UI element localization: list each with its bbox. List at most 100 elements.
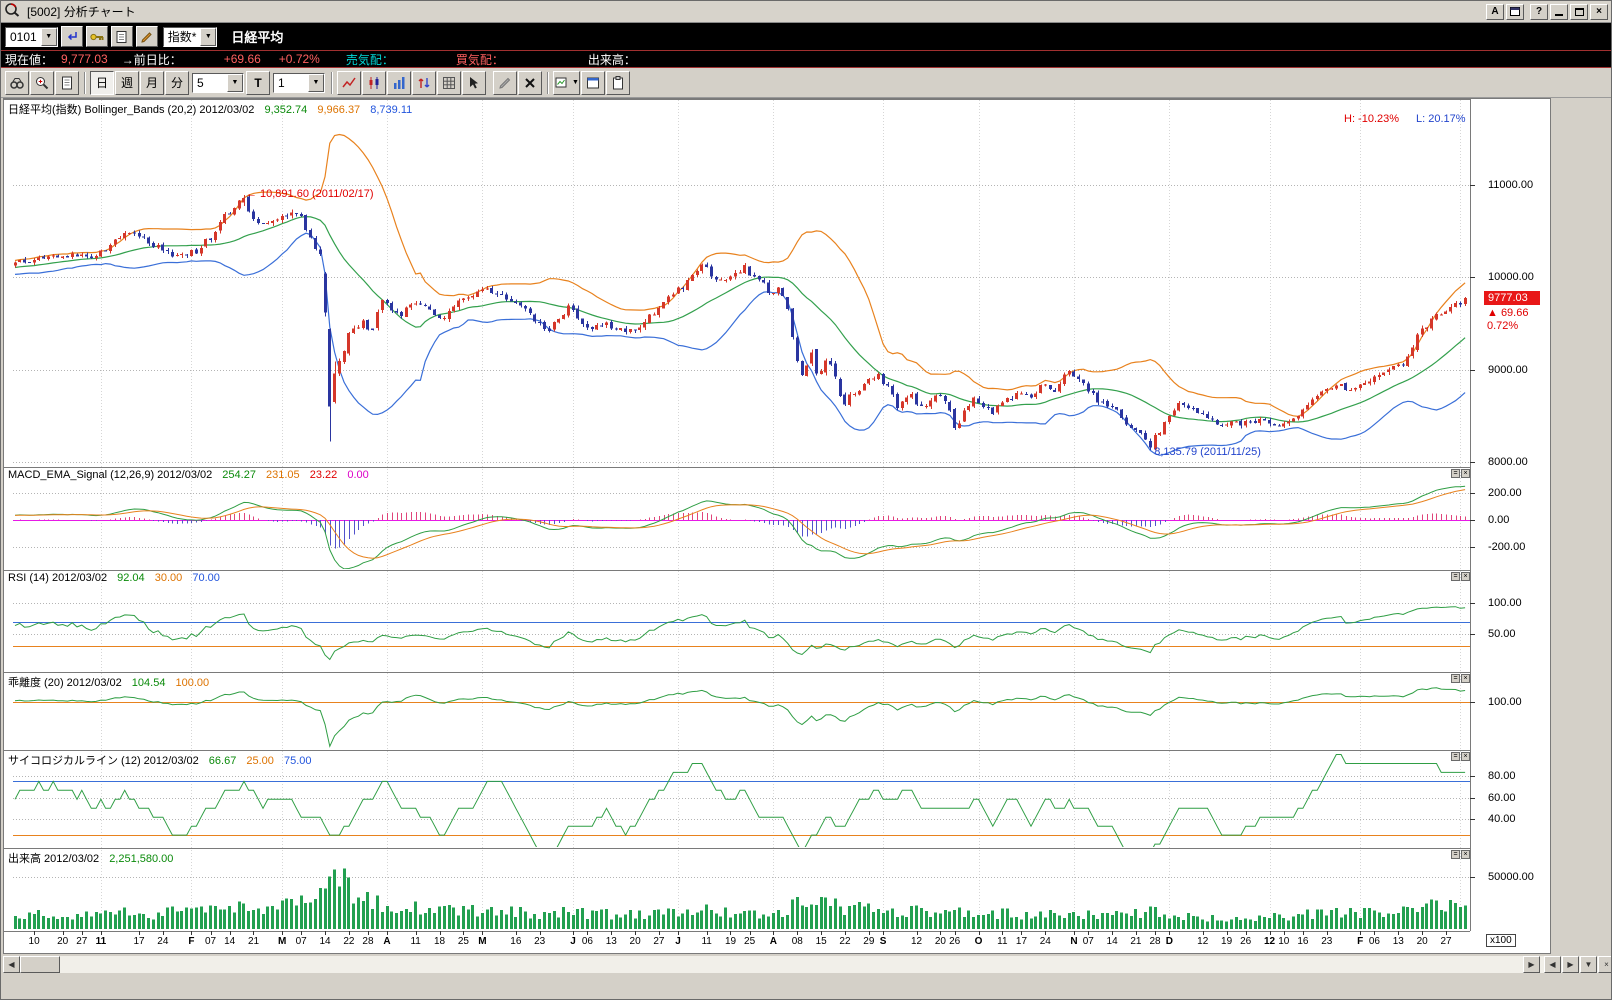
delete-button[interactable] xyxy=(518,70,542,95)
edit-button[interactable] xyxy=(135,26,158,47)
compare-button[interactable] xyxy=(412,70,436,95)
dropdown-arrow-icon: ▼ xyxy=(572,79,579,86)
memo-button[interactable] xyxy=(110,26,133,47)
dropdown-arrow-icon[interactable]: ▼ xyxy=(40,27,57,46)
candlestick-icon xyxy=(369,76,379,89)
category-value[interactable]: 指数* xyxy=(164,28,201,45)
prev-page-button[interactable]: ◀ xyxy=(1544,956,1561,973)
tick-interval-select[interactable]: 1 ▼ xyxy=(273,72,325,93)
eraser-pencil-icon xyxy=(499,77,511,89)
current-price-label: 現在値： xyxy=(5,52,54,67)
line-chart-button[interactable] xyxy=(337,70,361,95)
key-button[interactable] xyxy=(85,26,108,47)
kairi-panel-buttons: = × xyxy=(1451,674,1470,683)
search-button[interactable] xyxy=(5,70,29,95)
key-icon xyxy=(90,33,104,40)
binoculars-icon xyxy=(10,77,24,89)
analysis-chart-window: [5002] 分析チャート A ? × 0101 ▼ 指数* ▼ 日経平均 現在… xyxy=(0,0,1612,1000)
dropdown-arrow-icon[interactable]: ▼ xyxy=(308,73,324,92)
minute-interval-value[interactable]: 5 xyxy=(193,76,227,90)
minute-interval-select[interactable]: 5 ▼ xyxy=(192,72,244,93)
chart-toolbar: 日 週 月 分 5 ▼ T 1 ▼ ▼ xyxy=(1,68,1611,98)
grid-button[interactable] xyxy=(437,70,461,95)
high-pct-label: H: -10.23% xyxy=(1344,113,1400,125)
chart-canvas[interactable] xyxy=(4,99,1550,953)
window-style-button[interactable] xyxy=(1506,3,1524,20)
updown-arrows-icon xyxy=(418,77,430,88)
high-annotation: ← 10,891.60 (2011/02/17) xyxy=(245,187,374,200)
scroll-left-button[interactable]: ◀ xyxy=(3,956,20,973)
pencil-icon xyxy=(141,31,152,43)
scroll-corner-buttons: ◀ ▶ ▼ × xyxy=(1543,956,1611,973)
symbol-toolbar: 0101 ▼ 指数* ▼ 日経平均 xyxy=(1,23,1611,50)
candle-chart-button[interactable] xyxy=(362,70,386,95)
symbol-code-value[interactable]: 0101 xyxy=(6,30,41,44)
app-logo-icon xyxy=(4,1,22,22)
zoom-button[interactable] xyxy=(30,70,54,95)
close-scroll-button[interactable]: × xyxy=(1598,956,1611,973)
close-button[interactable]: × xyxy=(1590,3,1608,20)
new-window-button[interactable] xyxy=(580,70,605,95)
volume-label: 出来高： xyxy=(587,52,636,67)
quote-bar: 現在値： 9,777.03 →前日比： +69.66 +0.72% 売気配： 買… xyxy=(1,50,1611,68)
macd-panel-buttons: = × xyxy=(1451,469,1470,478)
help-button[interactable]: ? xyxy=(1530,3,1548,20)
panel-close-button[interactable]: × xyxy=(1461,674,1470,683)
horizontal-scrollbar[interactable]: ◀ ▶ ◀ ▶ ▼ × xyxy=(3,956,1611,973)
psychological-panel-buttons: = × xyxy=(1451,752,1470,761)
tick-button[interactable]: T xyxy=(246,70,270,95)
barchart-icon xyxy=(394,76,405,89)
chart-area[interactable]: 日経平均(指数) Bollinger_Bands (20,2) 2012/03/… xyxy=(3,98,1551,954)
panel-minimize-button[interactable]: = xyxy=(1451,674,1460,683)
period-month-button[interactable]: 月 xyxy=(140,70,164,95)
dropdown-arrow-icon[interactable]: ▼ xyxy=(200,27,217,46)
magnifier-plus-icon xyxy=(36,76,49,89)
current-price-value: 9,777.03 xyxy=(61,52,108,66)
volume-panel-buttons: = × xyxy=(1451,850,1470,859)
pointer-icon xyxy=(470,76,478,88)
tick-interval-value[interactable]: 1 xyxy=(274,76,308,90)
rsi-panel-buttons: = × xyxy=(1451,572,1470,581)
minimize-button[interactable] xyxy=(1550,3,1568,20)
draw-button[interactable] xyxy=(493,70,517,95)
maximize-button[interactable] xyxy=(1570,3,1588,20)
maximize-icon xyxy=(1574,7,1584,16)
low-annotation: 8,135.79 (2011/11/25) xyxy=(1154,445,1261,458)
crosshair-button[interactable] xyxy=(462,70,486,95)
panel-close-button[interactable]: × xyxy=(1461,752,1470,761)
dropdown-arrow-icon[interactable]: ▼ xyxy=(227,73,243,92)
trendline-icon xyxy=(342,77,356,87)
clipboard-button[interactable] xyxy=(605,70,630,95)
next-page-button[interactable]: ▶ xyxy=(1562,956,1579,973)
low-pct-label: L: 20.17% xyxy=(1416,113,1466,125)
price-change-label: ▲ 69.66 xyxy=(1487,306,1529,319)
panel-close-button[interactable]: × xyxy=(1461,572,1470,581)
copy-button[interactable] xyxy=(55,70,79,95)
grid-icon xyxy=(443,76,455,89)
bid-label: 買気配： xyxy=(455,52,504,67)
scroll-right-button[interactable]: ▶ xyxy=(1523,956,1540,973)
volume-unit-label: x100 xyxy=(1486,934,1516,947)
memo-icon xyxy=(116,30,127,43)
panel-close-button[interactable]: × xyxy=(1461,469,1470,478)
category-select[interactable]: 指数* ▼ xyxy=(162,26,218,47)
title-bar[interactable]: [5002] 分析チャート A ? × xyxy=(1,1,1611,23)
bar-chart-button[interactable] xyxy=(387,70,411,95)
change-label: →前日比： xyxy=(121,52,182,67)
font-size-button[interactable]: A xyxy=(1486,3,1504,20)
change-pct-value: +0.72% xyxy=(278,52,320,66)
panel-minimize-button[interactable]: = xyxy=(1451,572,1460,581)
scale-mode-button[interactable]: ▼ xyxy=(1580,956,1597,973)
submit-button[interactable] xyxy=(60,26,83,47)
scrollbar-thumb[interactable] xyxy=(20,956,60,973)
period-minute-button[interactable]: 分 xyxy=(165,70,189,95)
period-week-button[interactable]: 週 xyxy=(115,70,139,95)
panel-close-button[interactable]: × xyxy=(1461,850,1470,859)
panel-minimize-button[interactable]: = xyxy=(1451,752,1460,761)
panel-minimize-button[interactable]: = xyxy=(1451,469,1460,478)
panel-minimize-button[interactable]: = xyxy=(1451,850,1460,859)
indicator-settings-button[interactable]: ▼ xyxy=(553,70,580,95)
period-day-button[interactable]: 日 xyxy=(90,70,114,95)
current-price-tag: 9777.03 xyxy=(1484,290,1540,305)
symbol-code-input[interactable]: 0101 ▼ xyxy=(5,26,58,47)
